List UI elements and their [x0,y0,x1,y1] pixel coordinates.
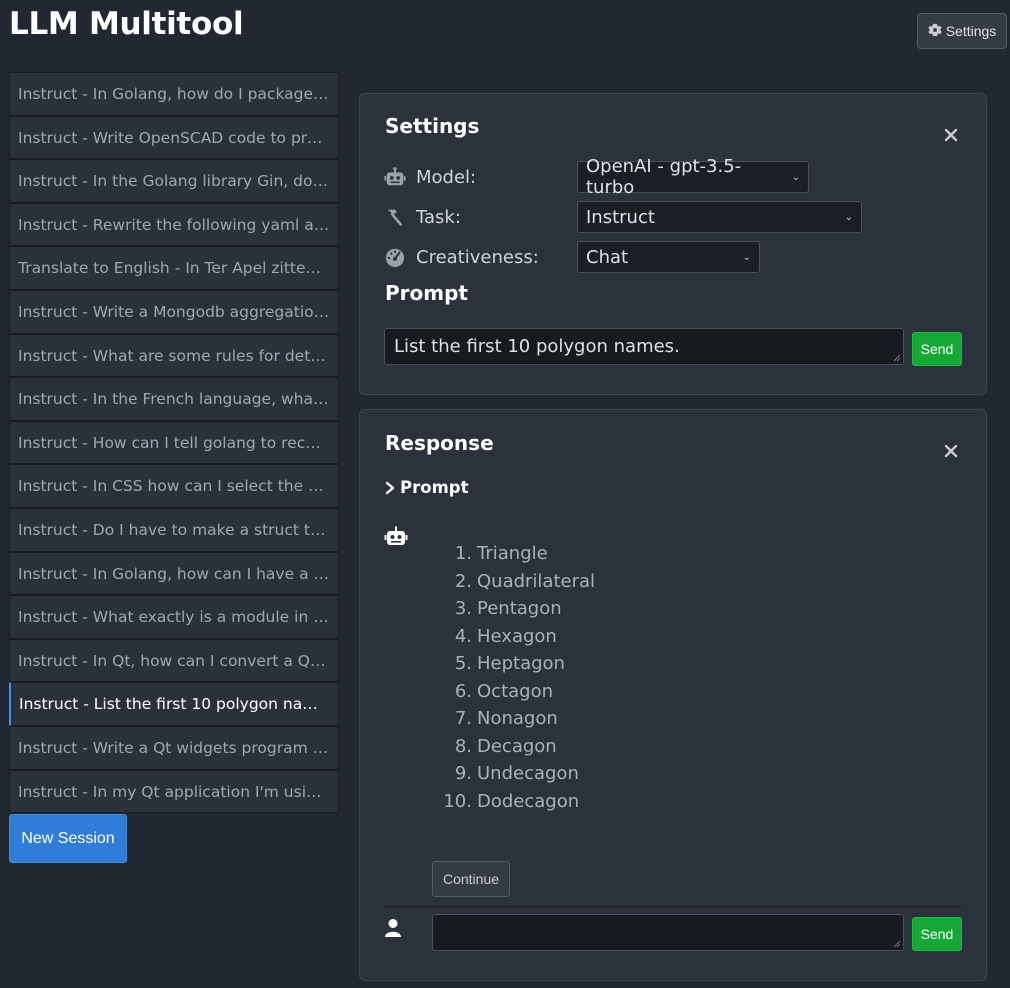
session-item[interactable]: Instruct - What are some rules for deter… [9,333,339,378]
gear-icon [928,23,942,40]
model-label: Model: [416,166,477,188]
list-item: 7. Nonagon [454,708,558,729]
gauge-icon [384,246,408,268]
settings-card-title: Settings [385,114,480,138]
session-item[interactable]: Instruct - In Golang, how can I have a t… [9,551,339,596]
hammer-icon [384,206,408,228]
creativeness-select[interactable]: Chat ⌄ [577,241,760,273]
task-select[interactable]: Instruct ⌄ [577,201,862,233]
resize-grip-icon[interactable] [893,354,901,362]
session-item-active[interactable]: Instruct - List the first 10 polygon nam… [9,682,339,726]
session-item[interactable]: Instruct - Rewrite the following yaml an… [9,202,339,247]
chevron-down-icon: ⌄ [844,211,853,223]
creativeness-row: Creativeness: [384,241,539,273]
list-item: 4. Hexagon [454,625,557,647]
model-row: Model: [384,161,476,193]
close-icon[interactable] [944,128,958,142]
prompt-toggle[interactable]: Prompt [384,478,468,497]
continue-button[interactable]: Continue [432,861,510,897]
list-item: 3. Pentagon [454,598,562,619]
chevron-down-icon: ⌄ [791,171,800,183]
app-title: LLM Multitool [9,6,244,42]
reply-input[interactable] [432,914,904,951]
session-item[interactable]: Instruct - Write OpenSCAD code to produc… [9,115,339,160]
settings-button[interactable]: Settings [917,13,1007,49]
session-item[interactable]: Instruct - In Golang, how do I package f… [9,72,339,116]
list-item: 1. Triangle [454,543,548,564]
prompt-input-value: List the first 10 polygon names. [394,336,680,357]
list-item: 10. Dodecagon [443,790,580,812]
prompt-heading: Prompt [385,281,468,305]
session-item[interactable]: Instruct - Write a Mongodb aggregation p… [9,289,339,334]
list-item: 2. Quadrilateral [454,570,596,592]
prompt-input[interactable]: List the first 10 polygon names. [384,328,904,365]
creativeness-label: Creativeness: [416,246,539,268]
response-card-title: Response [385,431,494,455]
session-item[interactable]: Instruct - In my Qt application I'm usin… [9,769,339,814]
resize-grip-icon[interactable] [893,940,901,948]
chevron-down-icon: ⌄ [742,251,751,263]
model-select-value: OpenAI - gpt-3.5-turbo [586,156,742,198]
user-icon [385,919,401,937]
settings-card: Settings Model: OpenAI - gpt-3.5-turbo ⌄… [359,93,987,395]
session-item[interactable]: Instruct - What exactly is a module in T… [9,595,339,639]
list-item: 9. Undecagon [454,763,579,784]
list-item: 6. Octagon [454,680,553,702]
session-item[interactable]: Instruct - Write a Qt widgets program to… [9,725,339,770]
list-item: 5. Heptagon [454,653,565,674]
close-icon[interactable] [944,444,958,458]
response-card: Response Prompt 1. Triangle 2. Quadrilater… [359,409,987,981]
session-item[interactable]: Instruct - In Qt, how can I convert a QI… [9,638,339,683]
chevron-right-icon [385,481,395,494]
list-item: 8. Decagon [454,735,557,757]
session-list: Instruct - In Golang, how do I package f… [9,72,339,814]
model-select[interactable]: OpenAI - gpt-3.5-turbo ⌄ [577,156,809,198]
response-list: 1. Triangle 2. Quadrilateral 3. Pentagon 4.… [438,542,595,817]
task-label: Task: [416,206,461,228]
new-session-button[interactable]: New Session [9,814,127,863]
reply-send-button[interactable]: Send [912,917,962,951]
task-select-value: Instruct [586,206,655,228]
session-item[interactable]: Instruct - In the French language, what … [9,377,339,421]
settings-button-label: Settings [945,23,997,39]
robot-icon [384,166,408,188]
session-item[interactable]: Instruct - Do I have to make a struct to… [9,507,339,552]
session-item[interactable]: Instruct - In CSS how can I select the f… [9,464,339,508]
prompt-toggle-label: Prompt [400,478,469,497]
divider [384,906,962,907]
task-row: Task: [384,201,461,233]
robot-icon [384,526,408,545]
session-item[interactable]: Translate to English - In Ter Apel zitte… [9,246,339,290]
session-item[interactable]: Instruct - How can I tell golang to recu… [9,420,339,465]
session-item[interactable]: Instruct - In the Golang library Gin, do… [9,159,339,203]
creativeness-select-value: Chat [586,246,629,268]
send-button[interactable]: Send [912,332,962,366]
